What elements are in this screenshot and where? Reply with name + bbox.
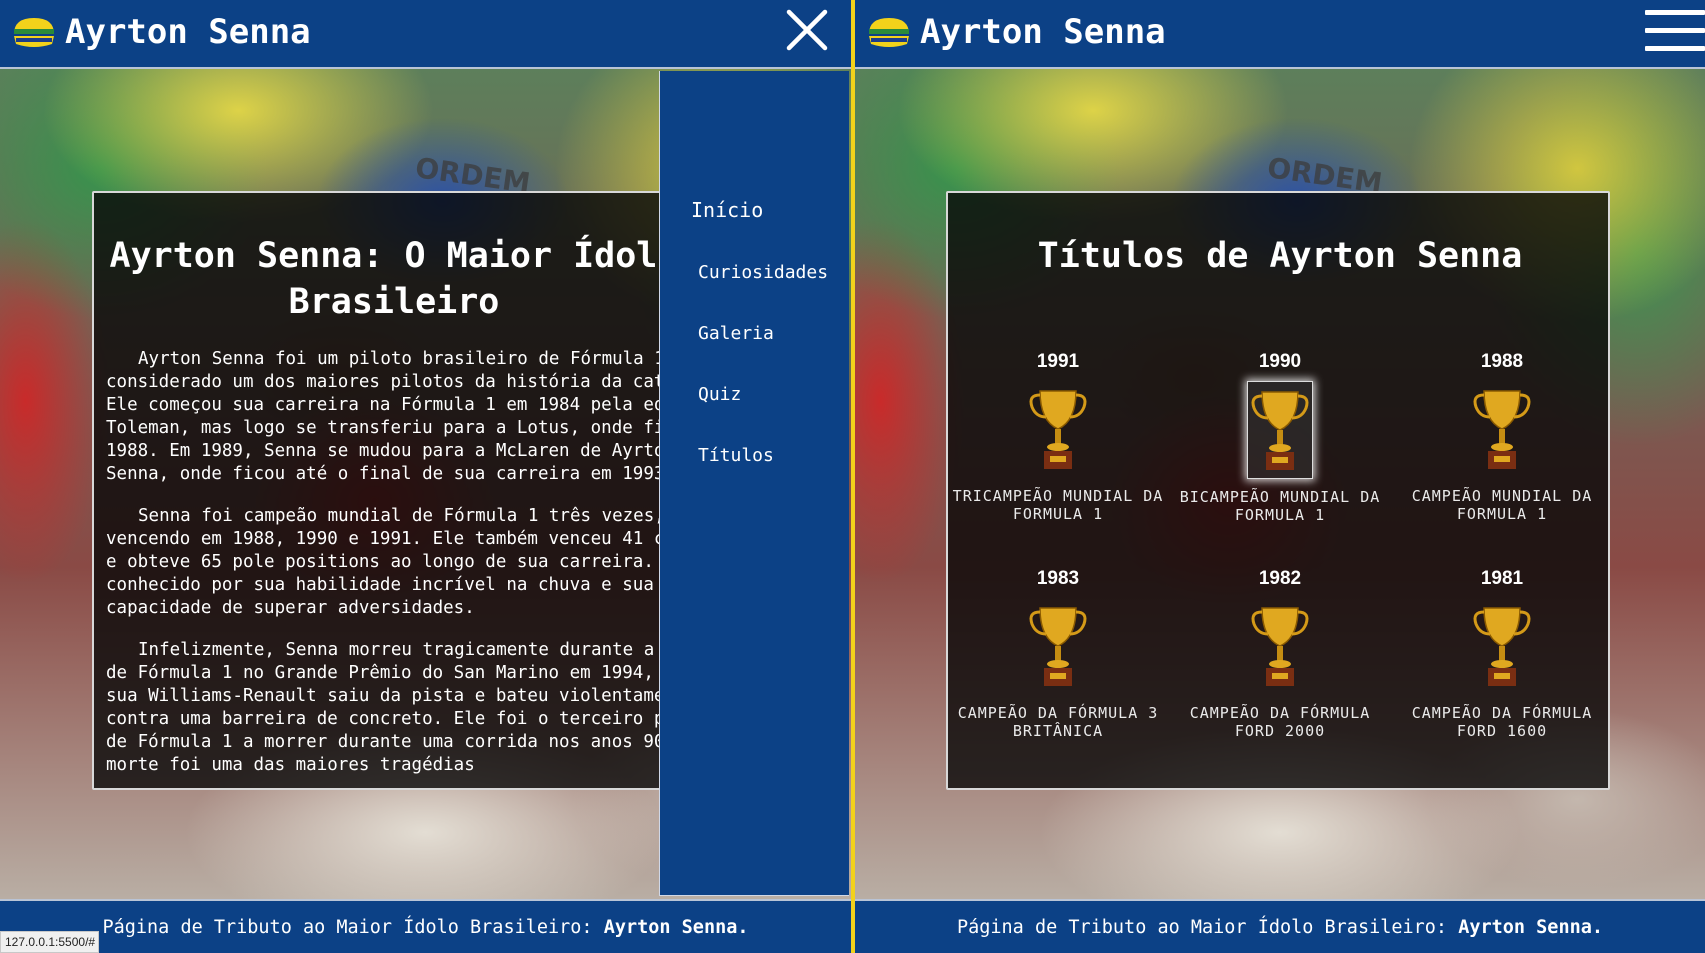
intro-paragraph: Infelizmente, Senna morreu tragicamente … <box>106 640 666 775</box>
site-header: Ayrton Senna <box>0 0 851 69</box>
trophy-item[interactable]: 1988 CAMPEÃO MUNDIAL DA FORMULA 1 <box>1392 351 1608 523</box>
menu-item-inicio[interactable]: Início <box>691 198 763 222</box>
intro-heading: Ayrton Senna: O Maior Ídolo Brasileiro <box>109 236 679 322</box>
menu-item-titulos[interactable]: Títulos <box>698 445 774 466</box>
trophy-item[interactable]: 1990 BICAMPEÃO MUNDIAL DA FORMULA 1 <box>1170 351 1390 524</box>
footer-name: Ayrton Senna. <box>603 917 749 938</box>
trophy-icon <box>1248 598 1312 694</box>
senna-helmet-logo-icon[interactable] <box>12 16 56 52</box>
trophy-year: 1983 <box>1036 568 1080 589</box>
trophy-year: 1991 <box>1036 351 1080 372</box>
site-header: Ayrton Senna <box>855 0 1705 69</box>
footer-text: Página de Tributo ao Maior Ídolo Brasile… <box>0 917 851 938</box>
status-bar-url: 127.0.0.1:5500/# <box>0 931 99 953</box>
trophy-item[interactable]: 1982 CAMPEÃO DA FÓRMULA FORD 2000 <box>1170 568 1390 740</box>
trophy-year: 1981 <box>1480 568 1524 589</box>
footer-prefix: Página de Tributo ao Maior Ídolo Brasile… <box>956 917 1459 938</box>
trophy-label: CAMPEÃO DA FÓRMULA FORD 1600 <box>1411 704 1593 740</box>
trophy-label: TRICAMPEÃO MUNDIAL DA FORMULA 1 <box>952 487 1164 523</box>
close-menu-icon[interactable] <box>783 6 831 54</box>
footer-prefix: Página de Tributo ao Maior Ídolo Brasile… <box>102 917 604 938</box>
trophy-year: 1988 <box>1480 351 1524 372</box>
titles-heading: Títulos de Ayrton Senna <box>1037 236 1523 276</box>
trophy-year: 1982 <box>1258 568 1302 589</box>
browser-viewport: ORDEM Ayrton Senna Ayrton Senna: O Maior… <box>0 0 1705 953</box>
intro-paragraph: Senna foi campeão mundial de Fórmula 1 t… <box>106 506 666 618</box>
trophy-label: CAMPEÃO DA FÓRMULA FORD 2000 <box>1189 704 1371 740</box>
site-footer: Página de Tributo ao Maior Ídolo Brasile… <box>0 899 851 953</box>
menu-item-galeria[interactable]: Galeria <box>698 323 774 344</box>
trophy-icon <box>1470 381 1534 477</box>
site-title[interactable]: Ayrton Senna <box>920 12 1166 52</box>
trophy-icon <box>1026 598 1090 694</box>
intro-card: Ayrton Senna: O Maior Ídolo Brasileiro A… <box>92 191 712 790</box>
trophy-item[interactable]: 1983 CAMPEÃO DA FÓRMULA 3 BRITÂNICA <box>948 568 1168 740</box>
right-pane: ORDEM Ayrton Senna Títulos de Ayrton Sen… <box>855 0 1705 953</box>
trophy-icon <box>1026 381 1090 477</box>
intro-body: Ayrton Senna foi um piloto brasileiro de… <box>106 348 666 788</box>
trophy-item[interactable]: 1991 TRICAMPEÃO MUNDIAL DA FORMULA 1 <box>948 351 1168 523</box>
trophy-icon <box>1470 598 1534 694</box>
site-title[interactable]: Ayrton Senna <box>65 12 311 52</box>
trophy-label: CAMPEÃO DA FÓRMULA 3 BRITÂNICA <box>957 704 1159 740</box>
menu-item-quiz[interactable]: Quiz <box>698 384 741 405</box>
intro-paragraph: Ayrton Senna foi um piloto brasileiro de… <box>106 349 666 484</box>
trophy-year: 1990 <box>1258 351 1302 372</box>
senna-helmet-logo-icon[interactable] <box>867 16 911 52</box>
trophy-label: BICAMPEÃO MUNDIAL DA FORMULA 1 <box>1179 488 1381 524</box>
hamburger-menu-icon[interactable] <box>1643 8 1705 54</box>
side-menu: Início Curiosidades Galeria Quiz Títulos <box>659 71 849 896</box>
footer-text: Página de Tributo ao Maior Ídolo Brasile… <box>855 917 1705 938</box>
titles-card: Títulos de Ayrton Senna 1991 TRICAMPEÃO … <box>946 191 1610 790</box>
trophy-label: CAMPEÃO MUNDIAL DA FORMULA 1 <box>1411 487 1593 523</box>
footer-name: Ayrton Senna. <box>1458 917 1603 938</box>
trophy-icon <box>1247 381 1313 479</box>
trophy-item[interactable]: 1981 CAMPEÃO DA FÓRMULA FORD 1600 <box>1392 568 1608 740</box>
left-pane: ORDEM Ayrton Senna Ayrton Senna: O Maior… <box>0 0 851 953</box>
site-footer: Página de Tributo ao Maior Ídolo Brasile… <box>855 899 1705 953</box>
menu-item-curiosidades[interactable]: Curiosidades <box>698 262 828 283</box>
